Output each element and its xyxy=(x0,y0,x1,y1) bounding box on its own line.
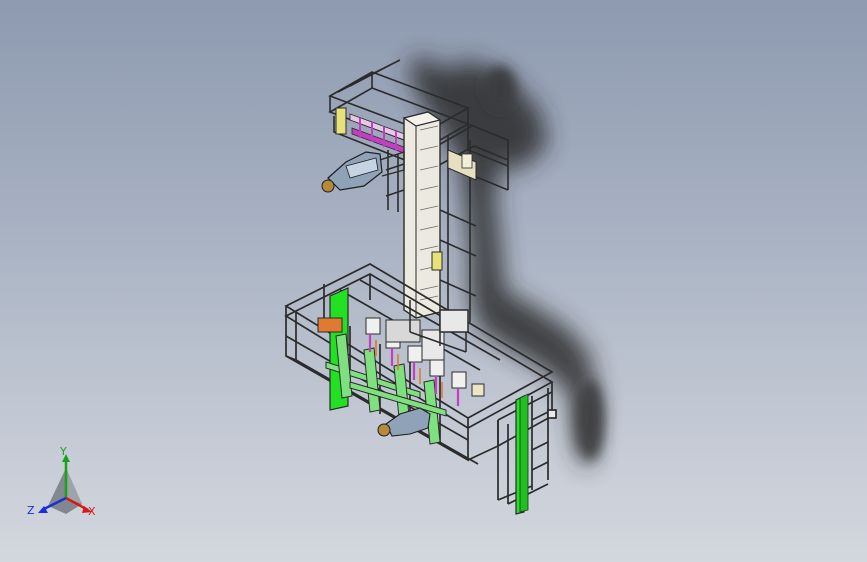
z-axis-label: Z xyxy=(27,504,35,517)
x-axis-label: X xyxy=(88,505,96,518)
orientation-triad: Y Z X xyxy=(26,446,106,526)
assembly-model-view[interactable] xyxy=(0,0,867,562)
cad-viewport[interactable]: Y Z X xyxy=(0,0,867,562)
upper-gripper[interactable] xyxy=(321,151,405,193)
y-axis-label: Y xyxy=(60,445,67,458)
